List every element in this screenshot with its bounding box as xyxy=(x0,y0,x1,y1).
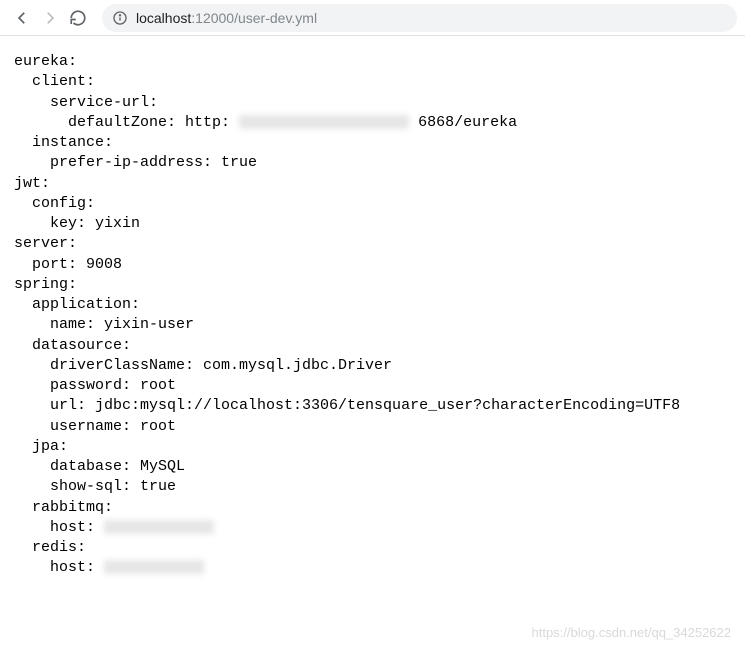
address-bar[interactable]: localhost:12000/user-dev.yml xyxy=(102,4,737,32)
yaml-line: prefer-ip-address: true xyxy=(14,154,257,171)
url-text: localhost:12000/user-dev.yml xyxy=(136,10,317,26)
yaml-line: host: xyxy=(14,559,95,576)
info-icon xyxy=(112,10,128,26)
yaml-line: server: xyxy=(14,235,77,252)
yaml-line: url: jdbc:mysql://localhost:3306/tensqua… xyxy=(14,397,680,414)
yaml-line: jpa: xyxy=(14,438,68,455)
yaml-line: key: yixin xyxy=(14,215,140,232)
yaml-line: redis: xyxy=(14,539,86,556)
yaml-line: database: MySQL xyxy=(14,458,185,475)
back-button[interactable] xyxy=(8,4,36,32)
browser-toolbar: localhost:12000/user-dev.yml xyxy=(0,0,745,36)
yaml-line: spring: xyxy=(14,276,77,293)
yaml-line: username: root xyxy=(14,418,176,435)
yaml-line: datasource: xyxy=(14,337,131,354)
yaml-line: client: xyxy=(14,73,95,90)
yaml-line: host: xyxy=(14,519,95,536)
yaml-line: instance: xyxy=(14,134,113,151)
yaml-line: eureka: xyxy=(14,53,77,70)
redacted-host xyxy=(104,560,204,574)
yaml-line: rabbitmq: xyxy=(14,499,113,516)
yaml-line: show-sql: true xyxy=(14,478,176,495)
redacted-host xyxy=(239,115,409,129)
yaml-line: name: yixin-user xyxy=(14,316,194,333)
yaml-line: 6868/eureka xyxy=(418,114,517,131)
yaml-content: eureka: client: service-url: defaultZone… xyxy=(0,36,745,595)
yaml-line: port: 9008 xyxy=(14,256,122,273)
reload-button[interactable] xyxy=(64,4,92,32)
yaml-line: defaultZone: http: xyxy=(14,114,230,131)
url-host: localhost xyxy=(136,10,191,26)
yaml-line: password: root xyxy=(14,377,176,394)
yaml-line: driverClassName: com.mysql.jdbc.Driver xyxy=(14,357,392,374)
yaml-line: jwt: xyxy=(14,175,50,192)
yaml-line: application: xyxy=(14,296,140,313)
watermark: https://blog.csdn.net/qq_34252622 xyxy=(532,625,732,640)
url-rest: :12000/user-dev.yml xyxy=(191,10,317,26)
redacted-host xyxy=(104,520,214,534)
forward-button[interactable] xyxy=(36,4,64,32)
yaml-line: service-url: xyxy=(14,94,158,111)
yaml-line: config: xyxy=(14,195,95,212)
